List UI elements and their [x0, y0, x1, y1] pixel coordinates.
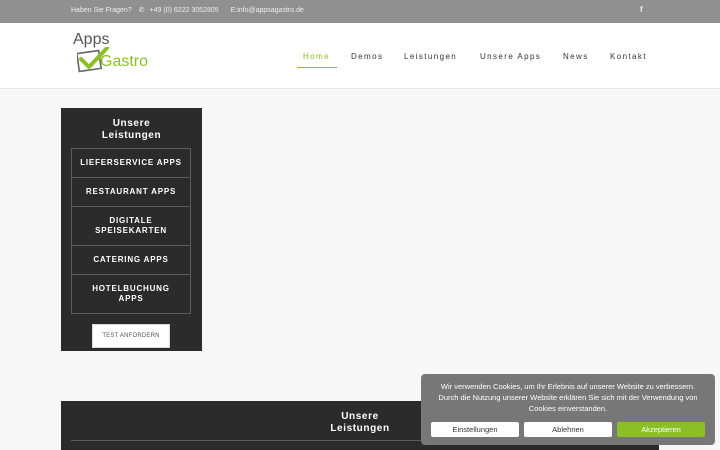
service-label: RESTAURANT APPS: [85, 187, 177, 196]
service-label-line2: APPS: [118, 294, 144, 303]
cookie-accept-button[interactable]: Akzeptieren: [617, 422, 705, 437]
nav-item-home[interactable]: Home: [303, 52, 330, 61]
site-header: Apps Gastro Home Demos Leistungen Unsere…: [0, 23, 720, 89]
sidebar-title: Unsere Leistungen: [61, 118, 202, 142]
phone-icon: ✆: [138, 7, 145, 14]
nav-item-news[interactable]: News: [563, 52, 589, 61]
service-link-lieferservice[interactable]: LIEFERSERVICE APPS: [71, 148, 191, 177]
service-link-restaurant[interactable]: RESTAURANT APPS: [71, 177, 191, 206]
email-link[interactable]: E:info@appsagastro.de: [231, 7, 304, 14]
facebook-icon[interactable]: f: [640, 5, 643, 14]
question-text: Haben Sie Fragen?: [71, 7, 132, 14]
service-link-hotelbuchung[interactable]: HOTELBUCHUNG APPS: [71, 274, 191, 314]
nav-item-kontakt[interactable]: Kontakt: [610, 52, 647, 61]
top-info-bar: Haben Sie Fragen? ✆ +49 (0) 6222 3052805 …: [0, 0, 720, 23]
service-link-speisekarten[interactable]: DIGITALE SPEISEKARTEN: [71, 206, 191, 245]
cookie-reject-button[interactable]: Ablehnen: [524, 422, 612, 437]
service-label: LIEFERSERVICE APPS: [80, 158, 182, 167]
phone-link[interactable]: ✆ +49 (0) 6222 3052805: [139, 7, 224, 14]
nav-active-underline: [297, 67, 337, 68]
request-test-button[interactable]: TEST ANFORDERN: [92, 324, 170, 348]
sidebar-title-line1: Unsere: [112, 118, 151, 129]
nav-item-demos[interactable]: Demos: [351, 52, 383, 61]
cookie-message: Wir verwenden Cookies, um Ihr Erlebnis a…: [438, 382, 698, 413]
service-label: CATERING APPS: [93, 255, 169, 264]
contact-info: Haben Sie Fragen? ✆ +49 (0) 6222 3052805 …: [71, 6, 309, 14]
phone-number: +49 (0) 6222 3052805: [149, 7, 219, 14]
nav-item-unsere-apps[interactable]: Unsere Apps: [480, 52, 541, 61]
logo-text-gastro: Gastro: [100, 53, 149, 70]
service-link-catering[interactable]: CATERING APPS: [71, 245, 191, 274]
cookie-settings-button[interactable]: Einstellungen: [431, 422, 519, 437]
cookie-banner: Wir verwenden Cookies, um Ihr Erlebnis a…: [421, 374, 715, 445]
service-label-line2: SPEISEKARTEN: [95, 226, 167, 235]
nav-item-leistungen[interactable]: Leistungen: [404, 52, 457, 61]
service-label-line1: HOTELBUCHUNG: [92, 284, 170, 293]
site-logo[interactable]: Apps Gastro: [73, 31, 163, 83]
sidebar-title-line2: Leistungen: [101, 130, 162, 141]
service-label-line1: DIGITALE: [109, 216, 153, 225]
